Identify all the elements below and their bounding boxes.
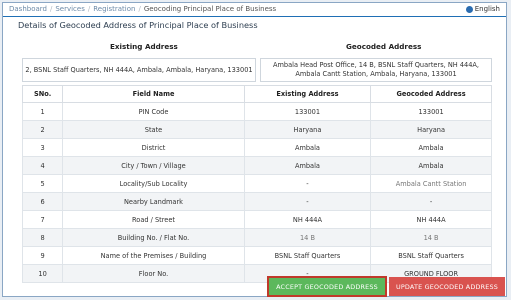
top-bar: Dashboard / Services / Registration / Geocodin… (3, 3, 506, 16)
cell-geocoded-value: BSNL Staff Quarters (370, 246, 492, 265)
update-geocoded-address-button[interactable]: UPDATE GEOCODED ADDRESS (389, 277, 505, 296)
table-row: 4 City / Town / Village Ambala Ambala (21, 156, 492, 175)
cell-sno: 2 (21, 120, 64, 139)
language-label: English (474, 5, 500, 13)
cell-existing-value: Ambala (243, 138, 372, 157)
table-row: 9 Name of the Premises / Building BSNL S… (21, 246, 492, 265)
breadcrumb: Dashboard / Services / Registration / Geocodin… (9, 5, 276, 13)
language-selector[interactable]: English (465, 5, 500, 13)
column-header-geocoded-address: Geocoded Address (370, 85, 492, 103)
cell-field-name: City / Town / Village (62, 156, 245, 175)
existing-address-box: 2, BSNL Staff Quarters, NH 444A, Ambala,… (22, 58, 256, 82)
cell-sno: 9 (21, 246, 64, 265)
breadcrumb-current: Geocoding Principal Place of Business (143, 5, 277, 13)
geocoded-address-header: Geocoded Address (346, 42, 422, 51)
cell-sno: 6 (21, 192, 64, 211)
breadcrumb-dashboard[interactable]: Dashboard (9, 5, 47, 13)
existing-address-header: Existing Address (110, 42, 178, 51)
cell-existing-value: - (243, 192, 372, 211)
globe-icon (465, 5, 473, 13)
section-title: Details of Geocoded Address of Principal… (18, 20, 258, 30)
cell-existing-value: Haryana (243, 120, 372, 139)
cell-field-name: Road / Street (62, 210, 245, 229)
cell-field-name: Name of the Premises / Building (62, 246, 245, 265)
cell-sno: 4 (21, 156, 64, 175)
column-header-field-name: Field Name (62, 85, 245, 103)
cell-geocoded-value: Ambala Cantt Station (370, 174, 492, 193)
cell-field-name: District (62, 138, 245, 157)
header-divider (3, 16, 506, 17)
cell-existing-value: - (243, 174, 372, 193)
cell-field-name: PIN Code (62, 102, 245, 121)
breadcrumb-registration[interactable]: Registration (93, 5, 135, 13)
geocoded-address-box: Ambala Head Post Office, 14 B, BSNL Staf… (260, 58, 492, 82)
table-row: 3 District Ambala Ambala (21, 138, 492, 157)
cell-geocoded-value: - (370, 192, 492, 211)
cell-geocoded-value: Ambala (370, 138, 492, 157)
cell-geocoded-value: Haryana (370, 120, 492, 139)
cell-field-name: State (62, 120, 245, 139)
cell-existing-value: BSNL Staff Quarters (243, 246, 372, 265)
cell-field-name: Nearby Landmark (62, 192, 245, 211)
cell-field-name: Locality/Sub Locality (62, 174, 245, 193)
geocoded-address-line2: Ambala Cantt Station, Ambala, Haryana, 1… (295, 70, 457, 78)
table-header-row: SNo. Field Name Existing Address Geocode… (21, 85, 492, 103)
cell-existing-value: 14 B (243, 228, 372, 247)
table-row: 7 Road / Street NH 444A NH 444A (21, 210, 492, 229)
table-row: 6 Nearby Landmark - - (21, 192, 492, 211)
cell-geocoded-value: Ambala (370, 156, 492, 175)
cell-sno: 10 (21, 264, 64, 283)
cell-field-name: Building No. / Flat No. (62, 228, 245, 247)
table-row: 5 Locality/Sub Locality - Ambala Cantt S… (21, 174, 492, 193)
cell-sno: 8 (21, 228, 64, 247)
cell-existing-value: NH 444A (243, 210, 372, 229)
breadcrumb-separator: / (87, 5, 91, 13)
breadcrumb-services[interactable]: Services (55, 5, 85, 13)
breadcrumb-separator: / (49, 5, 53, 13)
cell-field-name: Floor No. (62, 264, 245, 283)
table-row: 8 Building No. / Flat No. 14 B 14 B (21, 228, 492, 247)
table-row: 1 PIN Code 133001 133001 (21, 102, 492, 121)
address-comparison-table: SNo. Field Name Existing Address Geocode… (21, 85, 492, 283)
cell-sno: 1 (21, 102, 64, 121)
table-row: 2 State Haryana Haryana (21, 120, 492, 139)
column-header-existing-address: Existing Address (243, 85, 372, 103)
geocoded-address-line1: Ambala Head Post Office, 14 B, BSNL Staf… (272, 61, 480, 69)
cell-sno: 3 (21, 138, 64, 157)
column-header-sno: SNo. (21, 85, 64, 103)
cell-geocoded-value: NH 444A (370, 210, 492, 229)
cell-geocoded-value: 14 B (370, 228, 492, 247)
cell-existing-value: Ambala (243, 156, 372, 175)
cell-geocoded-value: 133001 (370, 102, 492, 121)
cell-existing-value: 133001 (243, 102, 372, 121)
cell-sno: 7 (21, 210, 64, 229)
accept-geocoded-address-button[interactable]: ACCEPT GEOCODED ADDRESS (267, 276, 387, 297)
breadcrumb-separator: / (138, 5, 141, 13)
cell-sno: 5 (21, 174, 64, 193)
existing-address-text: 2, BSNL Staff Quarters, NH 444A, Ambala,… (25, 65, 253, 74)
